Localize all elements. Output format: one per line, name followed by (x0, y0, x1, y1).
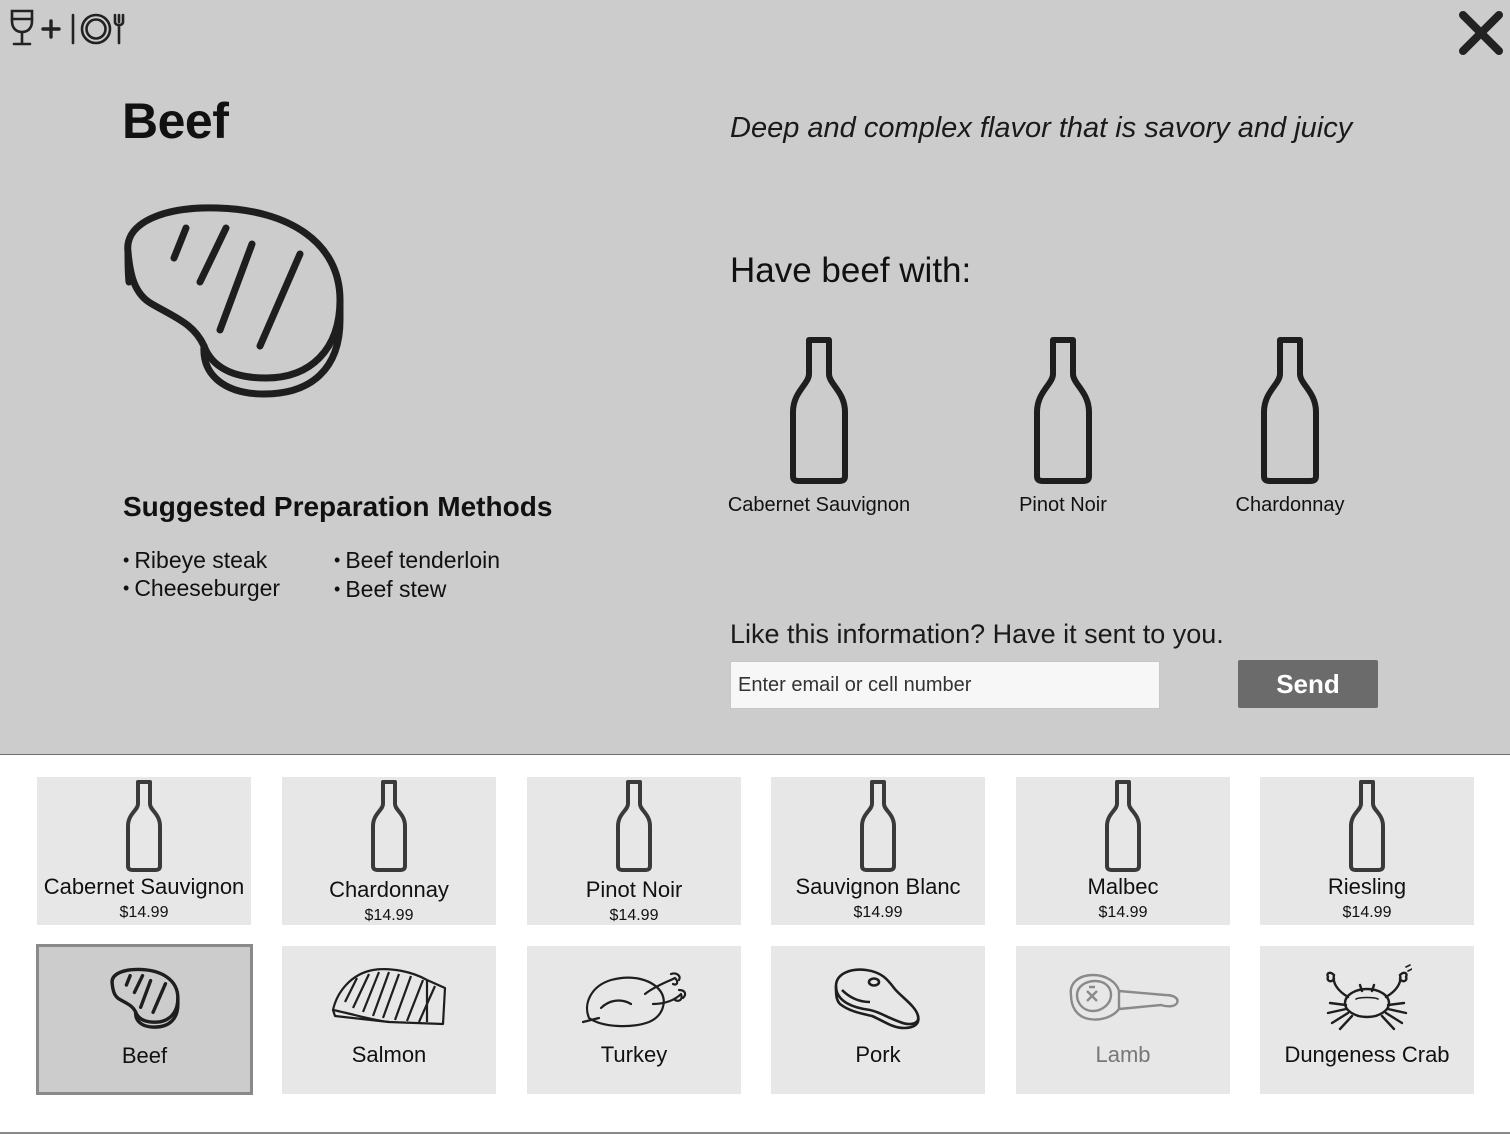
wine-name: Sauvignon Blanc (795, 874, 961, 899)
pairing-label: Pinot Noir (1019, 494, 1107, 516)
crab-icon (1260, 962, 1474, 1032)
wine-tile-malbec[interactable]: Malbec $14.99 (1016, 777, 1230, 925)
prep-method-item: Ribeye steak (123, 547, 267, 574)
roast-turkey-icon (527, 962, 741, 1032)
prep-methods-title: Suggested Preparation Methods (123, 491, 553, 522)
email-or-phone-input[interactable] (730, 661, 1160, 709)
wine-name: Chardonnay (329, 877, 449, 902)
food-tile-salmon[interactable]: Salmon (282, 946, 496, 1094)
wine-price: $14.99 (1342, 904, 1392, 921)
wine-bottle-icon (527, 780, 741, 872)
food-name: Beef (121, 1043, 168, 1068)
wine-bottle-icon (1260, 780, 1474, 872)
food-name: Pork (855, 1042, 901, 1067)
wine-tile-chardonnay[interactable]: Chardonnay $14.99 (282, 777, 496, 925)
send-button[interactable]: Send (1238, 660, 1378, 708)
wine-price: $14.99 (853, 904, 903, 921)
prep-method-item: Beef stew (334, 576, 446, 603)
wine-bottle-icon (1034, 337, 1092, 484)
wine-bottle-icon (37, 780, 251, 872)
wine-name: Malbec (1087, 874, 1159, 899)
send-prompt: Like this information? Have it sent to y… (730, 619, 1224, 649)
prep-method-item: Beef tenderloin (334, 547, 500, 574)
wine-name: Pinot Noir (585, 877, 683, 902)
steak-icon (118, 200, 350, 405)
food-name: Dungeness Crab (1284, 1042, 1450, 1067)
pairing-chardonnay[interactable]: Chardonnay (1190, 336, 1390, 517)
food-tile-beef[interactable]: Beef (36, 944, 253, 1095)
detail-panel: Beef Deep and complex flavor that is sav… (0, 0, 1510, 755)
steak-icon (39, 963, 250, 1033)
wine-bottle-icon (771, 780, 985, 872)
lamb-chop-icon (1016, 962, 1230, 1032)
wine-tile-sauvignon-blanc[interactable]: Sauvignon Blanc $14.99 (771, 777, 985, 925)
food-name: Lamb (1095, 1042, 1151, 1067)
wine-name: Cabernet Sauvignon (43, 874, 245, 899)
food-name: Salmon (351, 1042, 427, 1067)
wine-price: $14.99 (364, 907, 414, 924)
wine-bottle-icon (1261, 337, 1319, 484)
salmon-fillet-icon (282, 962, 496, 1032)
food-tile-turkey[interactable]: Turkey (527, 946, 741, 1094)
wine-tile-cabernet-sauvignon[interactable]: Cabernet Sauvignon $14.99 (37, 777, 251, 925)
dish-description: Deep and complex flavor that is savory a… (730, 112, 1353, 144)
pairing-label: Chardonnay (1235, 494, 1345, 516)
wine-price: $14.99 (1098, 904, 1148, 921)
food-tile-dungeness-crab[interactable]: Dungeness Crab (1260, 946, 1474, 1094)
dish-title: Beef (122, 93, 229, 149)
wine-price: $14.99 (609, 907, 659, 924)
wine-bottle-icon (790, 337, 848, 484)
wine-tile-pinot-noir[interactable]: Pinot Noir $14.99 (527, 777, 741, 925)
food-tile-pork[interactable]: Pork (771, 946, 985, 1094)
pairing-label: Cabernet Sauvignon (727, 494, 911, 516)
pork-chop-icon (771, 962, 985, 1032)
wine-glass-plus-plate-icon (9, 9, 129, 52)
pairing-heading: Have beef with: (730, 251, 972, 290)
pairing-pinot-noir[interactable]: Pinot Noir (963, 336, 1163, 517)
close-icon[interactable] (1458, 10, 1504, 56)
wine-bottle-icon (282, 780, 496, 872)
pairing-cabernet-sauvignon[interactable]: Cabernet Sauvignon (719, 336, 919, 517)
wine-price: $14.99 (119, 904, 169, 921)
prep-method-item: Cheeseburger (123, 575, 280, 602)
wine-tile-riesling[interactable]: Riesling $14.99 (1260, 777, 1474, 925)
food-tile-lamb[interactable]: Lamb (1016, 946, 1230, 1094)
wine-name: Riesling (1327, 874, 1407, 899)
food-name: Turkey (600, 1042, 668, 1067)
wine-bottle-icon (1016, 780, 1230, 872)
